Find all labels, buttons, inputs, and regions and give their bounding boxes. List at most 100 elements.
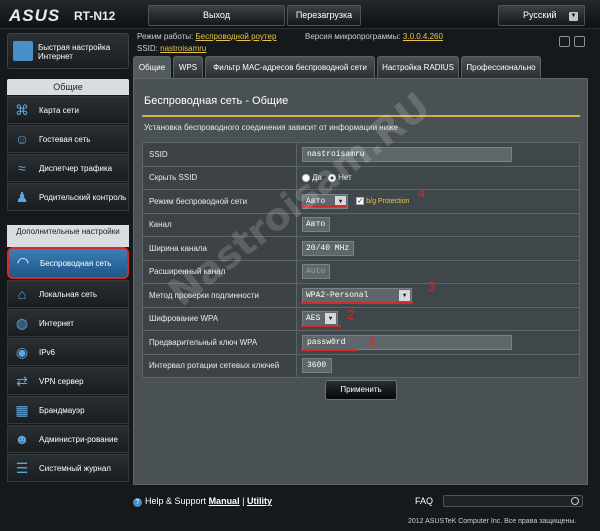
- sidebar-item-administration[interactable]: ☻ Администри-рование: [7, 425, 129, 453]
- help-support: ? Help & Support Manual | Utility: [133, 496, 272, 507]
- sidebar-item-internet[interactable]: ◍ Интернет: [7, 309, 129, 337]
- table-row: Интервал ротации сетевых ключей 3600: [142, 353, 580, 378]
- table-row: Предварительный ключ WPA passw0rd: [142, 330, 580, 355]
- top-bar: ASUS RT-N12 Выход Перезагрузка Русский ▼: [0, 0, 600, 29]
- sidebar-item-parental-control[interactable]: ♟ Родительский контроль: [7, 183, 129, 211]
- sidebar-item-label: Гостевая сеть: [39, 134, 91, 144]
- table-row: Канал Авто: [142, 212, 580, 237]
- globe-icon: ◍: [15, 315, 29, 331]
- ext-channel-value: Auto: [306, 267, 326, 277]
- table-row: Режим беспроводной сети Авто ▼ ✓ b/g Prote…: [142, 189, 580, 214]
- psk-input[interactable]: passw0rd: [302, 334, 512, 350]
- syslog-icon: ☰: [15, 460, 29, 476]
- bg-protection-label: b/g Protection: [366, 197, 410, 205]
- language-value: Русский: [523, 10, 557, 20]
- network-map-icon: ⌘: [15, 102, 29, 118]
- sidebar-item-firewall[interactable]: ▦ Брандмауэр: [7, 396, 129, 424]
- tab-wps[interactable]: WPS: [173, 56, 203, 78]
- footer-separator: |: [242, 496, 245, 506]
- general-section-header: Общие: [7, 79, 129, 95]
- tab-general[interactable]: Общие: [133, 56, 171, 78]
- psk-label: Предварительный ключ WPA: [142, 330, 297, 355]
- sidebar-item-label: Беспроводная сеть: [40, 258, 112, 268]
- sidebar-item-label: VPN сервер: [39, 376, 84, 386]
- faq-label: FAQ: [415, 496, 434, 506]
- manual-link[interactable]: Manual: [209, 496, 240, 506]
- wireless-icon: ◠: [16, 254, 30, 270]
- mode-label: Режим работы:: [137, 32, 194, 41]
- admin-icon: ☻: [14, 431, 30, 447]
- annotation-underline-encryption: [301, 325, 341, 327]
- network-status-icon[interactable]: [574, 36, 585, 47]
- bg-protection-checkbox[interactable]: ✓: [356, 197, 365, 206]
- sidebar-item-label: Системный журнал: [39, 463, 111, 473]
- sidebar-item-network-map[interactable]: ⌘ Карта сети: [7, 96, 129, 124]
- guest-network-icon: ☺: [14, 131, 30, 147]
- channel-value: Авто: [306, 220, 326, 230]
- advanced-section-header: Дополнительные настройки: [7, 225, 129, 247]
- tab-mac-filter[interactable]: Фильтр MAC-адресов беспроводной сети: [205, 56, 375, 78]
- annotation-number-2: 2: [347, 307, 355, 322]
- firmware-value-link[interactable]: 3.0.0.4.260: [403, 32, 443, 41]
- title-divider: [142, 115, 580, 117]
- encryption-select[interactable]: AES ▼: [302, 311, 338, 327]
- sidebar-item-traffic-manager[interactable]: ≈ Диспетчер трафика: [7, 154, 129, 182]
- auth-method-select[interactable]: WPA2-Personal ▼: [302, 287, 412, 303]
- faq-search-input[interactable]: [443, 495, 583, 507]
- annotation-number-4: 4: [418, 186, 426, 201]
- copyright-text: 2012 ASUSTeK Computer Inc. Все права защ…: [408, 518, 577, 525]
- tab-radius[interactable]: Настройка RADIUS: [377, 56, 459, 78]
- logout-button[interactable]: Выход: [148, 5, 285, 26]
- table-row: Шифрование WPA AES ▼: [142, 306, 580, 331]
- bandwidth-value: 20/40 MHz: [306, 243, 350, 253]
- footer: ? Help & Support Manual | Utility FAQ: [133, 494, 588, 508]
- sidebar-item-lan[interactable]: ⌂ Локальная сеть: [7, 280, 129, 308]
- tab-professional[interactable]: Профессионально: [461, 56, 541, 78]
- sidebar-item-label: Администри-рование: [39, 434, 118, 444]
- ext-channel-select[interactable]: Auto: [302, 264, 330, 280]
- bandwidth-select[interactable]: 20/40 MHz: [302, 240, 354, 256]
- page-title: Беспроводная сеть - Общие: [144, 95, 289, 107]
- ssid-label: SSID: [142, 142, 297, 167]
- mode-value-link[interactable]: Беспроводной роутер: [196, 32, 277, 41]
- annotation-number-1: 1: [369, 333, 377, 348]
- language-select[interactable]: Русский ▼: [498, 5, 585, 26]
- sidebar-item-label: Родительский контроль: [39, 192, 127, 202]
- parental-control-icon: ♟: [15, 189, 29, 205]
- chevron-down-icon: ▼: [399, 289, 410, 301]
- usb-icon[interactable]: [559, 36, 570, 47]
- sidebar-item-syslog[interactable]: ☰ Системный журнал: [7, 454, 129, 482]
- apply-button[interactable]: Применить: [325, 380, 397, 400]
- utility-link[interactable]: Utility: [247, 496, 272, 506]
- model-name: RT-N12: [74, 9, 116, 23]
- quick-setup-button[interactable]: Быстрая настройка Интернет: [7, 33, 129, 69]
- sidebar-item-wireless[interactable]: ◠ Беспроводная сеть: [7, 247, 129, 279]
- auth-method-value: WPA2-Personal: [306, 290, 369, 300]
- sidebar-item-guest-network[interactable]: ☺ Гостевая сеть: [7, 125, 129, 153]
- annotation-underline-auth: [301, 302, 413, 304]
- sidebar-item-vpn[interactable]: ⇄ VPN сервер: [7, 367, 129, 395]
- sidebar-item-label: Карта сети: [39, 105, 79, 115]
- status-info: Режим работы: Беспроводной роутер Версия…: [137, 31, 443, 53]
- hide-ssid-label: Скрыть SSID: [142, 165, 297, 190]
- status-icons: [555, 36, 585, 49]
- quick-setup-icon: [13, 41, 33, 61]
- sidebar-item-ipv6[interactable]: ◉ IPv6: [7, 338, 129, 366]
- sidebar-item-label: IPv6: [39, 347, 56, 357]
- chevron-down-icon: ▼: [325, 313, 336, 325]
- ssid-value-link[interactable]: nastroisamru: [160, 44, 206, 53]
- quick-setup-label: Быстрая настройка Интернет: [38, 43, 111, 61]
- annotation-underline-psk: [301, 349, 357, 351]
- firmware-label: Версия микропрограммы:: [305, 32, 401, 41]
- encryption-label: Шифрование WPA: [142, 306, 297, 331]
- traffic-manager-icon: ≈: [18, 160, 26, 176]
- rotation-input[interactable]: 3600: [302, 358, 332, 374]
- ssid-label: SSID:: [137, 44, 158, 53]
- vpn-icon: ⇄: [16, 373, 28, 389]
- reboot-button[interactable]: Перезагрузка: [287, 5, 361, 26]
- chevron-down-icon: ▼: [569, 12, 578, 21]
- sidebar-item-label: Брандмауэр: [39, 405, 85, 415]
- search-icon[interactable]: [571, 497, 579, 505]
- sidebar-item-label: Интернет: [39, 318, 74, 328]
- annotation-number-3: 3: [428, 279, 436, 294]
